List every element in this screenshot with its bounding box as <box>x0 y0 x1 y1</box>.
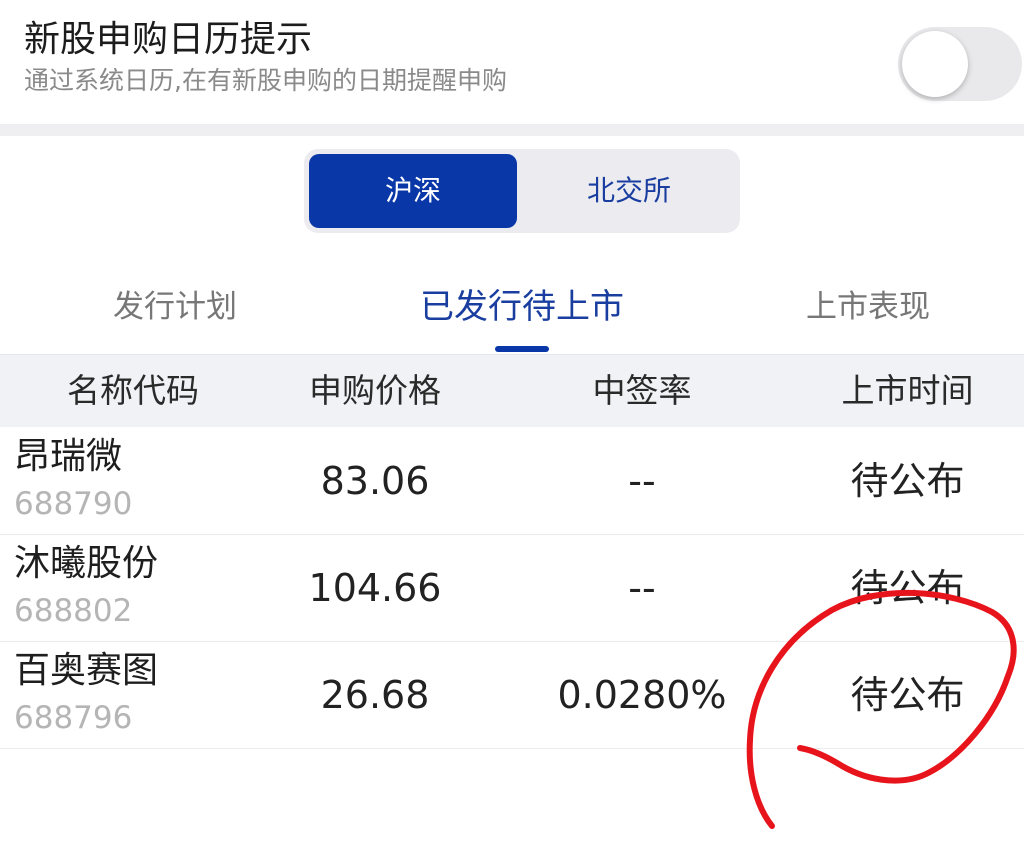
reminder-title: 新股申购日历提示 <box>24 19 313 60</box>
subscription-price: 26.68 <box>320 673 430 717</box>
win-rate: -- <box>628 459 656 503</box>
reminder-toggle[interactable] <box>898 27 1022 101</box>
column-header-listing-time: 上市时间 <box>841 371 974 410</box>
column-header-win-rate: 中签率 <box>592 371 692 410</box>
table-row[interactable]: 百奥赛图 688796 26.68 0.0280% 待公布 <box>0 642 1024 749</box>
stock-name: 沐曦股份 <box>14 543 159 584</box>
listing-time: 待公布 <box>850 459 965 503</box>
column-header-name-code: 名称代码 <box>67 371 199 410</box>
segment-beijiaosuo[interactable]: 北交所 <box>522 154 736 228</box>
listing-time: 待公布 <box>850 566 965 610</box>
toggle-knob <box>902 31 968 97</box>
market-segmented-control: 沪深 北交所 <box>304 149 740 233</box>
reminder-subtitle: 通过系统日历,在有新股申购的日期提醒申购 <box>24 66 507 95</box>
tab-listing-performance[interactable]: 上市表现 <box>768 282 968 332</box>
win-rate: -- <box>628 566 656 610</box>
listing-time: 待公布 <box>850 673 965 717</box>
subscription-price: 83.06 <box>320 459 430 503</box>
table-header: 名称代码 申购价格 中签率 上市时间 <box>0 354 1024 427</box>
win-rate: 0.0280% <box>557 673 727 717</box>
segment-hushen[interactable]: 沪深 <box>309 154 517 228</box>
tab-issued-pending[interactable]: 已发行待上市 <box>382 282 662 332</box>
stock-name: 百奥赛图 <box>14 650 159 691</box>
calendar-reminder-section: 新股申购日历提示 通过系统日历,在有新股申购的日期提醒申购 <box>0 0 1024 124</box>
tab-issue-plan[interactable]: 发行计划 <box>75 282 275 332</box>
table-row[interactable]: 昂瑞微 688790 83.06 -- 待公布 <box>0 428 1024 535</box>
stock-code: 688790 <box>14 486 133 522</box>
subscription-price: 104.66 <box>308 566 442 610</box>
table-row[interactable]: 沐曦股份 688802 104.66 -- 待公布 <box>0 535 1024 642</box>
stock-name: 昂瑞微 <box>14 436 123 477</box>
section-divider <box>0 124 1024 136</box>
column-header-price: 申购价格 <box>309 371 441 410</box>
active-tab-indicator <box>495 346 549 352</box>
stock-code: 688796 <box>14 700 133 736</box>
stock-code: 688802 <box>14 593 133 629</box>
